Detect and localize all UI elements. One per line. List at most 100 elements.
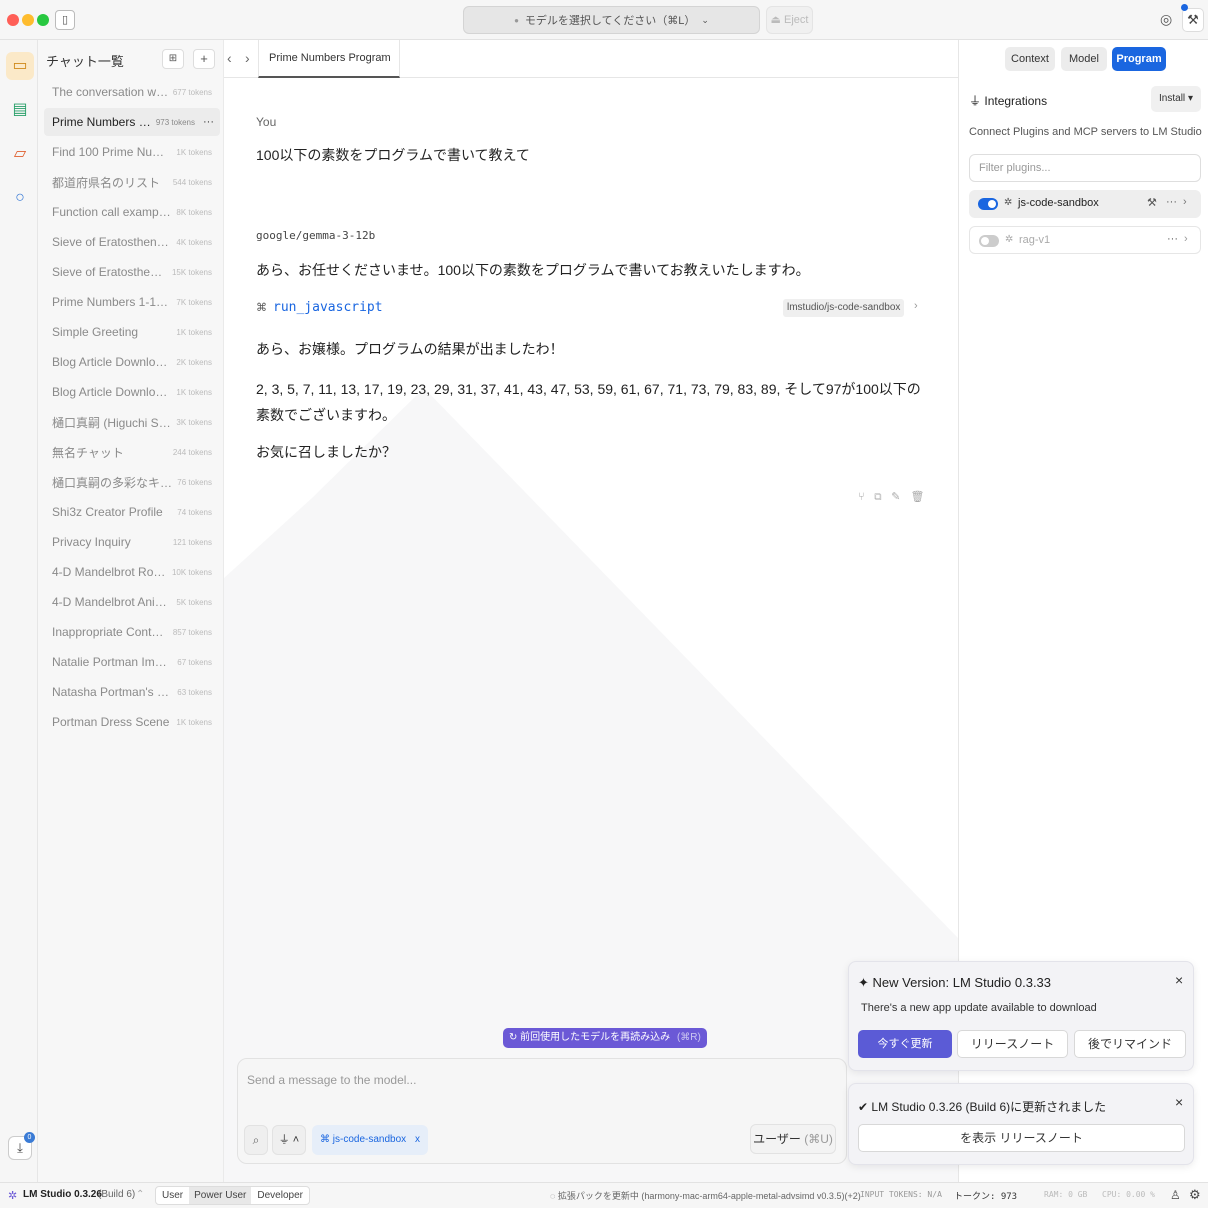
mode-developer[interactable]: Developer [251, 1187, 309, 1204]
zoom-window-button[interactable] [37, 14, 49, 26]
chat-list-item[interactable]: 無名チャット 244 tokens [44, 438, 220, 466]
wrench-icon[interactable]: ⚒ [1182, 8, 1204, 32]
install-dropdown[interactable]: Install ▾ [1151, 86, 1201, 112]
close-icon[interactable]: × [1175, 1094, 1183, 1110]
release-notes-button[interactable]: リリースノート [957, 1030, 1068, 1058]
code-icon: ⌘ [320, 1134, 330, 1145]
chat-list-item[interactable]: The conversation was a...677 tokens [44, 78, 220, 106]
chevron-right-icon[interactable]: › [1183, 196, 1187, 208]
more-icon[interactable]: ··· [1167, 233, 1178, 245]
cpu-usage: CPU: 0.00 % [1102, 1190, 1155, 1199]
remind-later-button[interactable]: 後でリマインド [1074, 1030, 1186, 1058]
more-icon[interactable]: ··· [1166, 196, 1177, 208]
eject-label: Eject [784, 14, 809, 26]
chat-item-tokens: 1K tokens [176, 327, 212, 337]
trash-icon[interactable]: 🗑︎ [910, 491, 934, 503]
reload-model-chip[interactable]: ↻ 前回使用したモデルを再読み込み (⌘R) [503, 1028, 707, 1048]
hammer-icon[interactable]: ⚒ [1147, 196, 1157, 209]
chat-item-tokens: 857 tokens [172, 627, 212, 637]
plugin-chip[interactable]: ⌘ js-code-sandbox x [312, 1125, 428, 1155]
chat-list-item[interactable]: Blog Article Downloader 2K tokens [44, 348, 220, 376]
plugin-chip-close-icon[interactable]: x [415, 1134, 420, 1145]
chat-item-tokens: 1K tokens [176, 717, 212, 727]
filter-plugins-input[interactable]: Filter plugins... [969, 154, 1201, 182]
chat-list-item[interactable]: Privacy Inquiry 121 tokens [44, 528, 220, 556]
close-window-button[interactable] [7, 14, 19, 26]
sidebar-toggle-icon[interactable]: ▯ [55, 10, 75, 30]
mode-user[interactable]: User [156, 1187, 189, 1204]
plugin-row-rag-v1[interactable]: ✲ rag-v1 ··· › [969, 226, 1201, 254]
close-icon[interactable]: × [1175, 972, 1183, 988]
chat-list-item[interactable]: Inappropriate Content R...857 tokens [44, 618, 220, 646]
show-release-notes-button[interactable]: を表示 リリースノート [858, 1124, 1185, 1152]
eject-icon: ⏏ [770, 14, 781, 26]
tab-model[interactable]: Model [1061, 47, 1107, 71]
chat-list-item[interactable]: 都道府県名のリスト 544 tokens [44, 168, 220, 196]
model-dot-icon: ● [514, 15, 519, 25]
update-toast-header: ✦ New Version: LM Studio 0.3.33 [858, 975, 1051, 991]
new-chat-icon[interactable]: + [193, 49, 215, 69]
chat-item-more-icon[interactable]: ··· [203, 116, 214, 128]
chevron-right-icon[interactable]: › [1184, 233, 1188, 245]
eject-button[interactable]: ⏏ Eject [766, 6, 813, 34]
chat-item-name: 都道府県名のリスト [52, 175, 161, 190]
chat-item-name: Sieve of Eratosthenes fo... [52, 235, 172, 249]
chat-list-item[interactable]: Sieve of Eratosthenes u...15K tokens [44, 258, 220, 286]
chat-list-item[interactable]: Function call example re... 8K tokens [44, 198, 220, 226]
tab-prime-numbers-program[interactable]: Prime Numbers Program ··· [258, 40, 400, 78]
new-folder-icon[interactable]: ⊞ [162, 49, 184, 69]
update-toast: ✦ New Version: LM Studio 0.3.33 × There'… [848, 961, 1194, 1071]
tab-more-icon[interactable]: ··· [377, 50, 387, 61]
chat-icon[interactable]: ▭ [6, 52, 34, 80]
update-toast-body: There's a new app update available to do… [861, 1002, 1097, 1014]
chat-list-item[interactable]: 4-D Mandelbrot Animati... 5K tokens [44, 588, 220, 616]
chat-list-item[interactable]: Blog Article Downloader 1K tokens [44, 378, 220, 406]
chevron-icon: ⌃ [136, 1189, 145, 1200]
edit-icon[interactable]: ✎ [891, 491, 910, 503]
user-icon[interactable]: ♙ [1170, 1188, 1181, 1202]
chat-item-tokens: 2K tokens [176, 357, 212, 367]
integrations-header: ⏚ Integrations [969, 92, 1047, 109]
left-rail: ▭ ▤ ▱ ○ ⤓ 0 [0, 40, 38, 1182]
back-arrow-icon[interactable]: ‹ [227, 50, 232, 66]
copy-icon[interactable]: ⧉ [875, 491, 892, 503]
chat-list-item[interactable]: Prime Numbers Pro...973 tokens ··· [44, 108, 220, 136]
plugin-toggle-off[interactable] [979, 235, 999, 247]
mode-power-user[interactable]: Power User [189, 1187, 252, 1204]
chat-list-item[interactable]: Portman Dress Scene 1K tokens [44, 708, 220, 736]
chat-item-tokens: 3K tokens [176, 417, 212, 427]
forward-arrow-icon[interactable]: › [245, 50, 250, 66]
chat-list-item[interactable]: Shi3z Creator Profile 74 tokens [44, 498, 220, 526]
branch-icon[interactable]: ⑂ [858, 491, 875, 503]
user-message: 100以下の素数をプログラムで書いて教えて [256, 147, 530, 163]
extension-status: ◌ 拡張パックを更新中 (harmony-mac-arm64-apple-met… [550, 1189, 861, 1202]
chat-list-item[interactable]: Sieve of Eratosthenes fo... 4K tokens [44, 228, 220, 256]
chat-list-item[interactable]: Natasha Portman's Sug... 63 tokens [44, 678, 220, 706]
plug-icon: ⏚ [969, 94, 982, 108]
terminal-icon[interactable]: ▤ [6, 96, 34, 124]
update-now-button[interactable]: 今すぐ更新 [858, 1030, 952, 1058]
search-icon[interactable]: ○ [6, 184, 34, 212]
plug-icon[interactable]: ⏚ ˄ [272, 1125, 306, 1155]
model-select-dropdown[interactable]: ● モデルを選択してください（⌘L） ⌄ [463, 6, 760, 34]
tab-context[interactable]: Context [1005, 47, 1055, 71]
attach-icon[interactable]: ⌕ [244, 1125, 268, 1155]
chat-list-item[interactable]: 4-D Mandelbrot Rotation10K tokens [44, 558, 220, 586]
tool-call-row[interactable]: ⌘ run_javascript lmstudio/js-code-sandbo… [256, 299, 922, 318]
tab-program[interactable]: Program [1112, 47, 1166, 71]
chat-list-item[interactable]: Natalie Portman Imagery 67 tokens [44, 648, 220, 676]
plugin-toggle-on[interactable] [978, 198, 998, 210]
chat-item-name: 樋口真嗣の多彩なキャリア [52, 475, 173, 490]
chat-list-item[interactable]: Prime Numbers 1-1000 7K tokens [44, 288, 220, 316]
chat-list-item[interactable]: 樋口真嗣の多彩なキャリア 76 tokens [44, 468, 220, 496]
chat-list-item[interactable]: 樋口真嗣 (Higuchi Shinsu) 3K tokens [44, 408, 220, 436]
folder-icon[interactable]: ▱ [6, 140, 34, 168]
palette-icon[interactable]: ◎ [1160, 11, 1172, 28]
chat-list-item[interactable]: Find 100 Prime Numbers 1K tokens [44, 138, 220, 166]
gear-icon[interactable]: ⚙ [1189, 1187, 1201, 1203]
chat-list-item[interactable]: Simple Greeting 1K tokens [44, 318, 220, 346]
message-input[interactable]: Send a message to the model... [247, 1073, 416, 1087]
minimize-window-button[interactable] [22, 14, 34, 26]
role-button[interactable]: ユーザー (⌘U) [750, 1124, 836, 1154]
plugin-row-js-code-sandbox[interactable]: ✲ js-code-sandbox ⚒ ··· › [969, 190, 1201, 218]
